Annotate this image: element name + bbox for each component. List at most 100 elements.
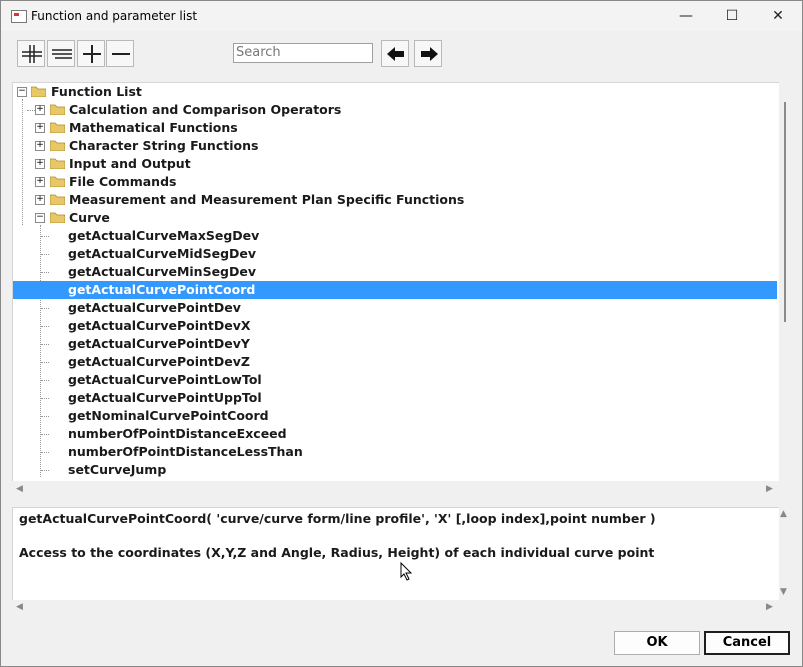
search-combobox[interactable]: Search — [233, 43, 373, 63]
tree-leaf[interactable]: getActualCurvePointDevZ — [13, 353, 777, 371]
tree-guide — [27, 110, 35, 111]
tree-folder[interactable]: + File Commands — [13, 173, 777, 191]
tree-guide — [41, 236, 49, 237]
tree-leaf-label: getActualCurveMidSegDev — [68, 246, 257, 261]
mouse-cursor-icon — [400, 562, 413, 581]
description-vertical-scrollbar[interactable]: ▲ ▼ — [779, 507, 790, 615]
tree-folder[interactable]: + Character String Functions — [13, 137, 777, 155]
tree-leaf-label: numberOfPointDistanceExceed — [68, 426, 287, 441]
tree-guide — [41, 434, 49, 435]
tree-leaf-label: getNominalCurvePointCoord — [68, 408, 269, 423]
tree-leaf-label: getActualCurvePointCoord — [68, 282, 256, 297]
tree-leaf[interactable]: getActualCurvePointDevY — [13, 335, 777, 353]
forward-button[interactable] — [414, 40, 442, 67]
tree-node-label: Input and Output — [69, 156, 191, 171]
expand-toggle-icon[interactable]: + — [35, 177, 45, 187]
tree-folder[interactable]: + Measurement and Measurement Plan Speci… — [13, 191, 777, 209]
close-button[interactable]: ✕ — [755, 1, 801, 31]
expand-all-button[interactable] — [17, 40, 45, 67]
tree-leaf-label: getActualCurvePointDev — [68, 300, 241, 315]
folder-open-icon — [31, 86, 46, 97]
expand-all-icon — [22, 45, 42, 63]
tree-leaf[interactable]: getActualCurvePointUppTol — [13, 389, 777, 407]
scroll-left-icon[interactable]: ◀ — [16, 602, 23, 612]
tree-leaf-selected[interactable]: getActualCurvePointCoord — [13, 281, 777, 299]
tree-guide — [41, 308, 49, 309]
collapse-all-icon — [52, 49, 72, 59]
collapse-toggle-icon[interactable]: − — [35, 213, 45, 223]
tree-leaf[interactable]: numberOfPointDistanceLessThan — [13, 443, 777, 461]
tree-node-label: Function List — [51, 84, 142, 99]
tree-leaf[interactable]: getActualCurveMaxSegDev — [13, 227, 777, 245]
folder-icon — [50, 158, 65, 169]
scroll-right-icon[interactable]: ▶ — [766, 484, 773, 494]
maximize-button[interactable]: ☐ — [709, 1, 755, 31]
tree-guide — [41, 272, 49, 273]
minimize-button[interactable]: — — [663, 1, 709, 31]
tree-node-label: Calculation and Comparison Operators — [69, 102, 342, 117]
tree-node-label: Measurement and Measurement Plan Specifi… — [69, 192, 465, 207]
cancel-button[interactable]: Cancel — [704, 631, 790, 655]
window-title: Function and parameter list — [31, 9, 198, 23]
search-placeholder: Search — [236, 45, 281, 60]
tree-guide — [41, 344, 49, 345]
description-horizontal-scrollbar[interactable]: ◀ ▶ — [12, 600, 778, 616]
scroll-up-icon[interactable]: ▲ — [780, 509, 787, 519]
tree-vertical-scrollbar[interactable] — [779, 82, 790, 498]
expand-toggle-icon[interactable]: + — [35, 105, 45, 115]
scroll-down-icon[interactable]: ▼ — [780, 587, 787, 597]
tree-folder[interactable]: + Calculation and Comparison Operators — [13, 101, 777, 119]
tree-leaf[interactable]: numberOfPointDistanceExceed — [13, 425, 777, 443]
expand-toggle-icon[interactable]: + — [35, 141, 45, 151]
tree-leaf[interactable]: getActualCurveMidSegDev — [13, 245, 777, 263]
tree-node-label: Mathematical Functions — [69, 120, 238, 135]
ok-button[interactable]: OK — [614, 631, 700, 655]
tree-horizontal-scrollbar[interactable]: ◀ ▶ — [12, 481, 778, 498]
expand-toggle-icon[interactable]: + — [35, 195, 45, 205]
arrow-right-icon — [421, 47, 438, 61]
function-description: Access to the coordinates (X,Y,Z and Ang… — [19, 545, 655, 560]
tree-folder-curve[interactable]: − Curve — [13, 209, 777, 227]
tree-leaf[interactable]: getActualCurvePointLowTol — [13, 371, 777, 389]
collapse-toggle-icon[interactable]: − — [17, 87, 27, 97]
folder-icon — [50, 104, 65, 115]
tree-leaf-label: getActualCurveMaxSegDev — [68, 228, 260, 243]
minus-icon — [112, 53, 130, 55]
tree-leaf-label: getActualCurvePointDevX — [68, 318, 251, 333]
folder-open-icon — [50, 212, 65, 223]
tree-node-label: Curve — [69, 210, 110, 225]
tree-leaf[interactable]: getActualCurvePointDev — [13, 299, 777, 317]
function-tree[interactable]: − Function List + Calculation and Compar… — [12, 82, 779, 481]
plus-icon — [83, 45, 101, 63]
tree-guide — [41, 398, 49, 399]
folder-icon — [50, 176, 65, 187]
app-icon — [11, 10, 27, 23]
tree-leaf[interactable]: getActualCurvePointDevX — [13, 317, 777, 335]
scroll-thumb[interactable] — [784, 102, 786, 322]
tree-leaf[interactable]: getNominalCurvePointCoord — [13, 407, 777, 425]
tree-leaf[interactable]: setCurveJump — [13, 461, 777, 479]
tree-guide — [41, 362, 49, 363]
expand-toggle-icon[interactable]: + — [35, 123, 45, 133]
tree-leaf-label: getActualCurvePointUppTol — [68, 390, 262, 405]
tree-guide — [41, 380, 49, 381]
tree-leaf-label: getActualCurvePointDevZ — [68, 354, 250, 369]
expand-toggle-icon[interactable]: + — [35, 159, 45, 169]
tree-folder[interactable]: + Mathematical Functions — [13, 119, 777, 137]
tree-leaf[interactable]: getActualCurveMinSegDev — [13, 263, 777, 281]
tree-leaf-label: getActualCurveMinSegDev — [68, 264, 256, 279]
tree-guide — [41, 452, 49, 453]
collapse-all-button[interactable] — [47, 40, 75, 67]
tree-guide — [41, 416, 49, 417]
tree-leaf-label: getActualCurvePointDevY — [68, 336, 250, 351]
tree-leaf-label: getActualCurvePointLowTol — [68, 372, 262, 387]
tree-leaf-label: numberOfPointDistanceLessThan — [68, 444, 303, 459]
collapse-button[interactable] — [106, 40, 134, 67]
scroll-right-icon[interactable]: ▶ — [766, 602, 773, 612]
tree-node-root[interactable]: − Function List — [13, 83, 777, 101]
tree-folder[interactable]: + Input and Output — [13, 155, 777, 173]
scroll-left-icon[interactable]: ◀ — [16, 484, 23, 494]
tree-guide — [41, 254, 49, 255]
expand-button[interactable] — [77, 40, 105, 67]
back-button[interactable] — [381, 40, 409, 67]
